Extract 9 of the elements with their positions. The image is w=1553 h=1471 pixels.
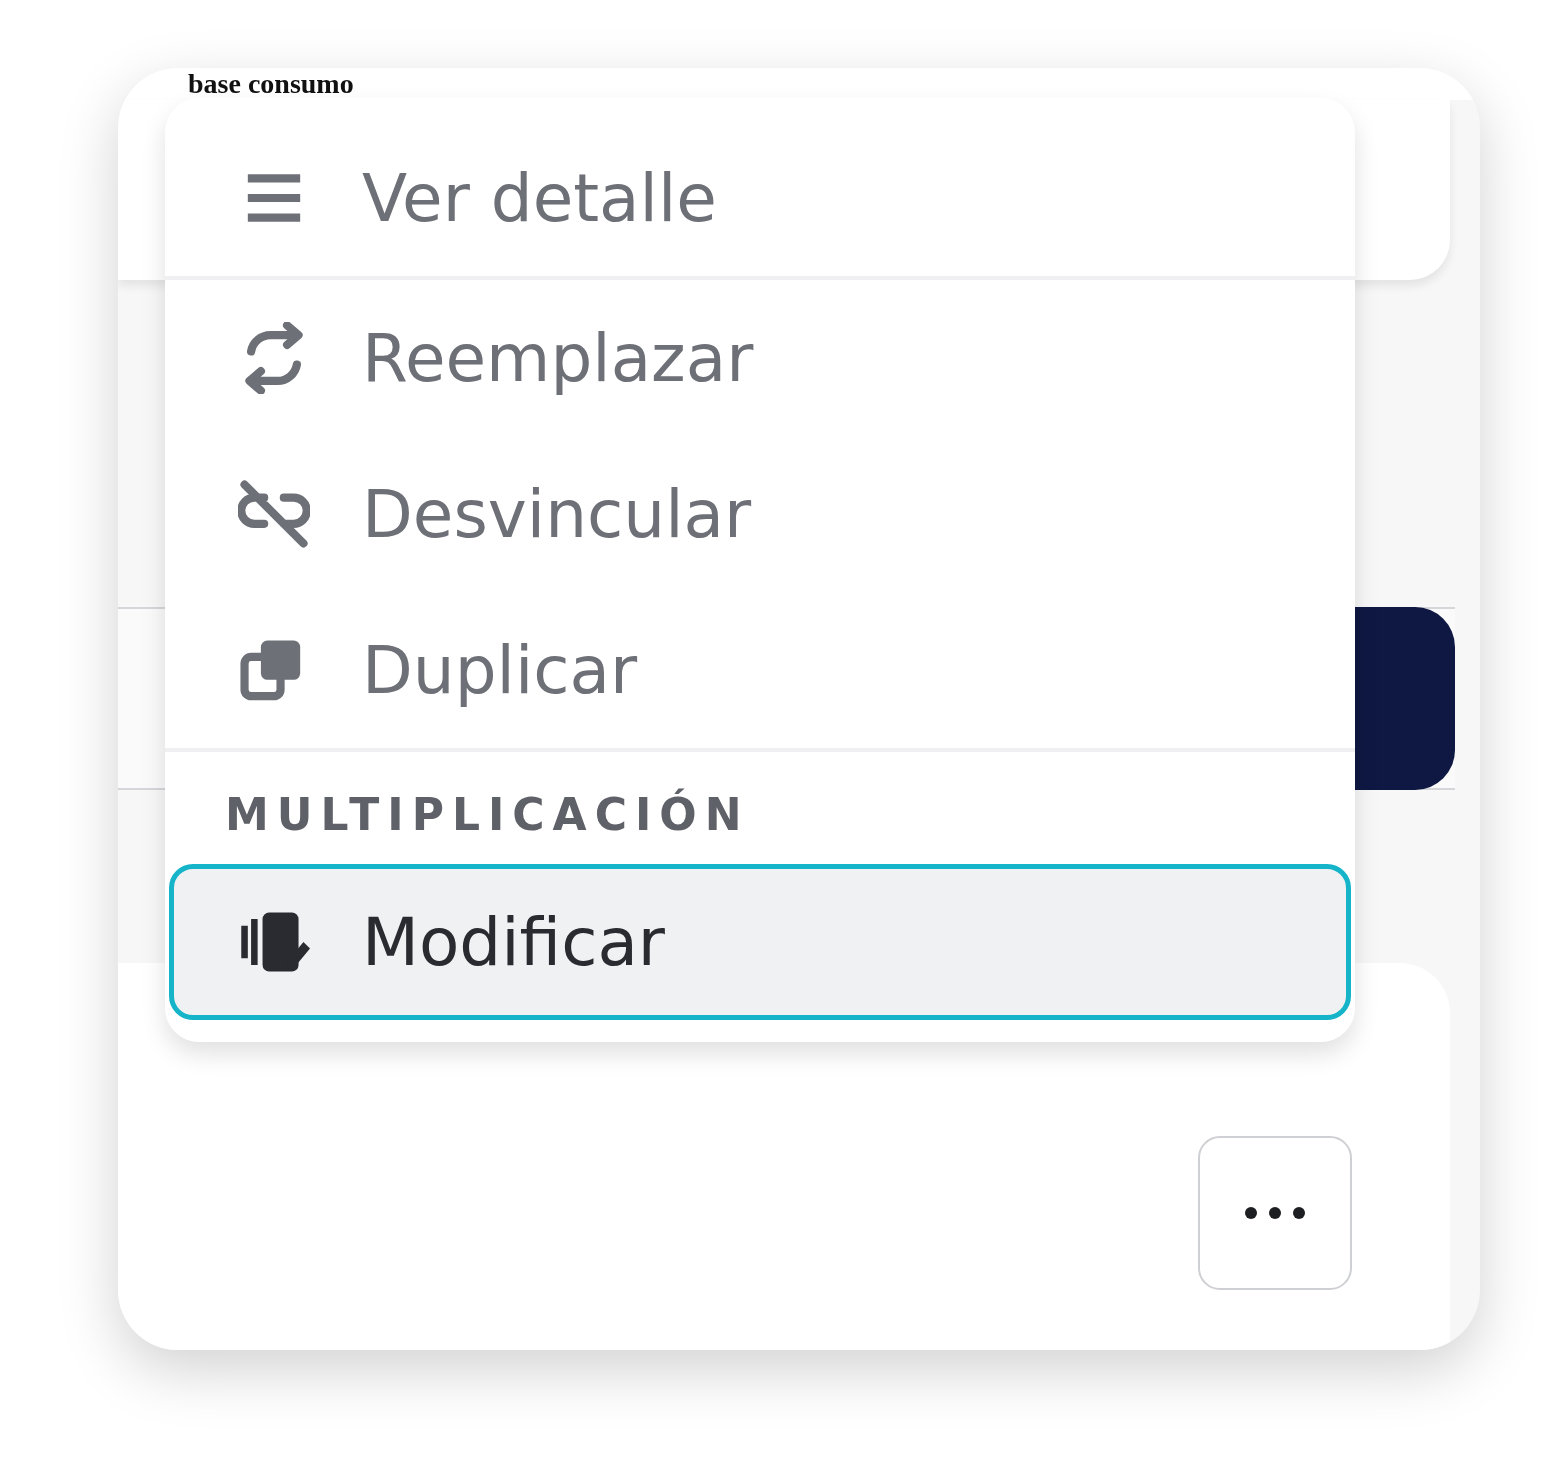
menu-item[interactable]: Modificar	[169, 864, 1351, 1020]
menu-item[interactable]: Ver detalle	[169, 120, 1351, 276]
section-header: MULTIPLICACIÓN	[224, 787, 751, 842]
menu-item[interactable]: Reemplazar	[169, 280, 1351, 436]
more-icon	[1243, 1205, 1307, 1221]
menu-item[interactable]: Desvincular	[169, 436, 1351, 592]
page-heading: base consumo	[188, 68, 354, 100]
broken-link-icon	[238, 478, 310, 550]
menu-item[interactable]: Duplicar	[169, 592, 1351, 748]
